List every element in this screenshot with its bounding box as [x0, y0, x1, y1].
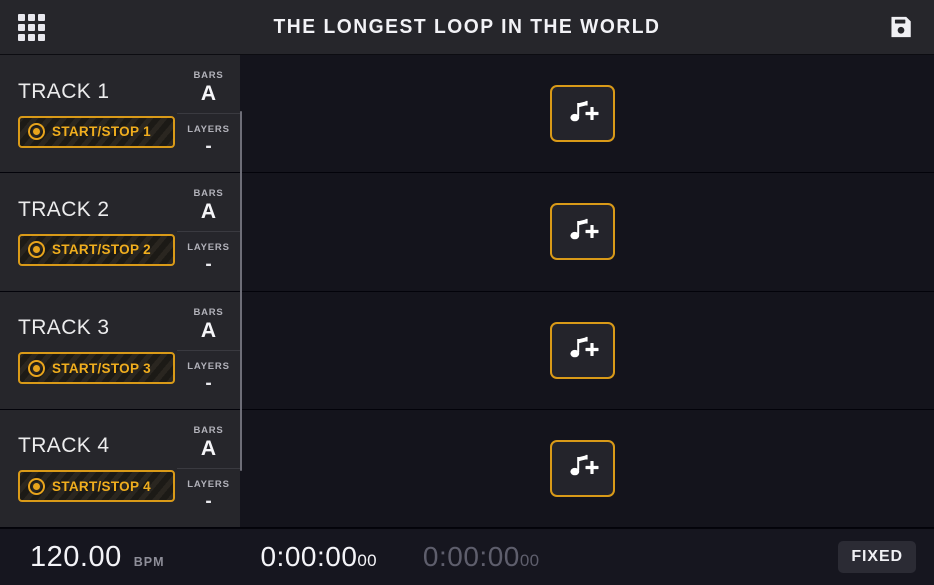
track-clip-area[interactable] [240, 55, 934, 173]
record-target-icon [28, 123, 45, 141]
start-stop-label: START/STOP 2 [52, 242, 151, 258]
track-controls-panel: TRACK 4 START/STOP 4 [0, 409, 177, 527]
track-list: TRACK 1 START/STOP 1 BARS A LAYERS - TRA… [0, 55, 934, 528]
grid-dot [28, 13, 35, 21]
primary-timer-main: 0:00:00 [260, 541, 358, 572]
bars-cell[interactable]: BARS A [177, 61, 240, 115]
layers-value: - [205, 490, 212, 512]
track-name-label: TRACK 2 [18, 197, 110, 221]
layers-label: LAYERS [187, 242, 230, 254]
table-row[interactable]: TRACK 4 START/STOP 4 BARS A LAYERS - [0, 409, 934, 528]
bpm-control[interactable]: 120.00 BPM [0, 541, 164, 574]
layers-cell[interactable]: LAYERS - [177, 114, 240, 166]
bars-label: BARS [193, 70, 224, 82]
bars-value: A [200, 200, 217, 224]
track-clip-area[interactable] [240, 173, 934, 291]
start-stop-label: START/STOP 3 [52, 360, 151, 376]
bpm-value: 120.00 [30, 540, 122, 573]
bars-cell[interactable]: BARS A [177, 416, 240, 469]
start-stop-button[interactable]: START/STOP 1 [18, 115, 175, 148]
track-controls-panel: TRACK 1 START/STOP 1 [0, 55, 177, 173]
layers-cell[interactable]: LAYERS - [177, 469, 240, 521]
grid-dot [18, 23, 25, 31]
layers-value: - [205, 254, 212, 276]
add-clip-button[interactable] [550, 439, 615, 497]
layers-label: LAYERS [187, 360, 230, 372]
start-stop-button[interactable]: START/STOP 2 [18, 233, 175, 266]
grid-dot [38, 23, 45, 31]
grid-dot [18, 13, 25, 21]
bars-value: A [200, 436, 217, 460]
track-name-label: TRACK 1 [18, 79, 110, 103]
grid-apps-icon[interactable] [18, 12, 48, 42]
track-meta-column: BARS A LAYERS - [177, 55, 240, 173]
bars-value: A [200, 82, 217, 106]
record-target-icon [28, 477, 45, 495]
record-target-icon [28, 359, 45, 377]
looper-app-window: THE LONGEST LOOP IN THE WORLD TRACK 1 ST… [0, 0, 934, 585]
grid-dot [28, 23, 35, 31]
table-row[interactable]: TRACK 3 START/STOP 3 BARS A LAYERS - [0, 291, 934, 410]
track-name-label: TRACK 4 [18, 434, 110, 458]
start-stop-label: START/STOP 4 [52, 478, 151, 494]
secondary-timer[interactable]: 0:00:00 00 [423, 541, 539, 573]
floppy-save-icon [891, 16, 911, 38]
start-stop-button[interactable]: START/STOP 3 [18, 352, 175, 385]
table-row[interactable]: TRACK 2 START/STOP 2 BARS A LAYERS - [0, 173, 934, 292]
bars-cell[interactable]: BARS A [177, 179, 240, 233]
add-clip-button[interactable] [550, 203, 615, 261]
grid-dot [18, 33, 25, 41]
add-clip-button[interactable] [550, 321, 615, 379]
start-stop-label: START/STOP 1 [52, 124, 151, 140]
layers-label: LAYERS [187, 478, 230, 490]
bars-value: A [200, 318, 217, 342]
track-clip-area[interactable] [240, 409, 934, 527]
record-target-icon [28, 241, 45, 259]
grid-dot [28, 33, 35, 41]
layers-value: - [205, 372, 212, 394]
secondary-timer-sub: 00 [519, 551, 540, 570]
track-meta-column: BARS A LAYERS - [177, 409, 240, 527]
primary-timer-sub: 00 [357, 551, 377, 570]
app-header: THE LONGEST LOOP IN THE WORLD [0, 0, 934, 55]
layers-cell[interactable]: LAYERS - [177, 232, 240, 284]
bpm-unit-label: BPM [133, 554, 165, 569]
fixed-mode-button[interactable]: FIXED [838, 541, 916, 573]
track-meta-column: BARS A LAYERS - [177, 173, 240, 291]
bars-label: BARS [193, 306, 224, 318]
track-name-label: TRACK 3 [18, 316, 110, 340]
layers-cell[interactable]: LAYERS - [177, 351, 240, 403]
bars-label: BARS [193, 188, 224, 200]
track-controls-panel: TRACK 2 START/STOP 2 [0, 173, 177, 291]
transport-footer: 120.00 BPM 0:00:00 00 0:00:00 00 FIXED [0, 528, 934, 585]
start-stop-button[interactable]: START/STOP 4 [18, 470, 175, 503]
bars-cell[interactable]: BARS A [177, 298, 240, 351]
primary-timer[interactable]: 0:00:00 00 [260, 541, 376, 573]
save-button[interactable] [886, 12, 916, 42]
music-note-plus-icon [569, 337, 598, 358]
layers-value: - [205, 136, 212, 158]
page-title: THE LONGEST LOOP IN THE WORLD [273, 15, 661, 38]
panel-resize-divider[interactable] [240, 111, 242, 471]
add-clip-button[interactable] [550, 85, 615, 143]
music-note-plus-icon [569, 218, 598, 240]
bars-label: BARS [193, 424, 224, 436]
music-note-plus-icon [569, 455, 598, 476]
music-note-plus-icon [569, 100, 598, 121]
timer-group: 0:00:00 00 0:00:00 00 [260, 541, 539, 573]
track-meta-column: BARS A LAYERS - [177, 291, 240, 409]
table-row[interactable]: TRACK 1 START/STOP 1 BARS A LAYERS - [0, 55, 934, 174]
track-controls-panel: TRACK 3 START/STOP 3 [0, 291, 177, 409]
track-clip-area[interactable] [240, 291, 934, 409]
grid-dot [38, 33, 45, 41]
secondary-timer-main: 0:00:00 [422, 541, 520, 572]
layers-label: LAYERS [187, 124, 230, 136]
grid-dot [38, 13, 45, 21]
